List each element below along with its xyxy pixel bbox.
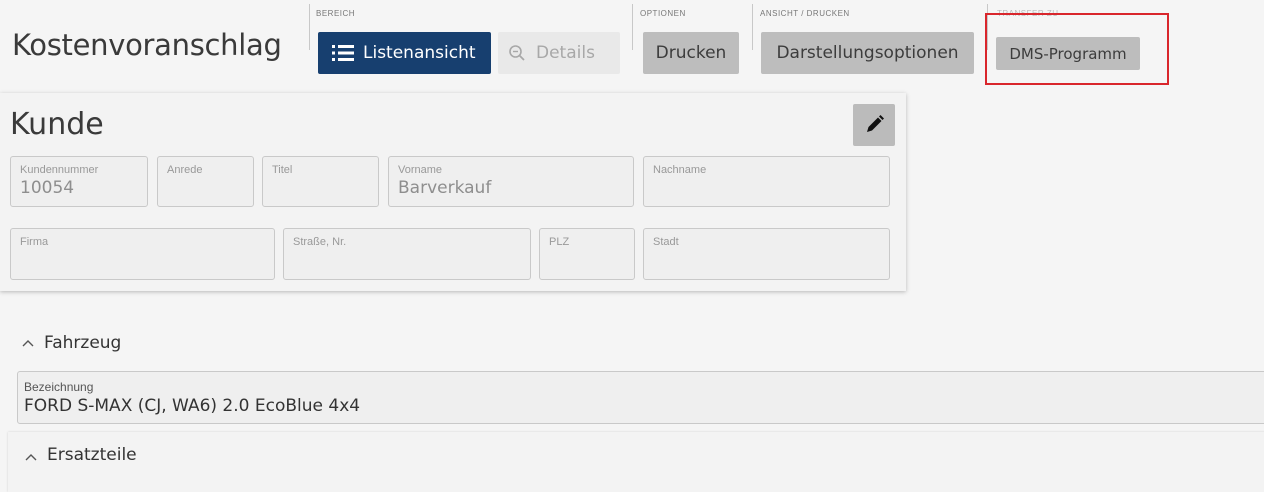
first-name-field[interactable]: Vorname Barverkauf xyxy=(388,156,634,207)
parts-section: Ersatzteile xyxy=(8,432,1264,492)
parts-section-title: Ersatzteile xyxy=(47,445,137,465)
street-field[interactable]: Straße, Nr. xyxy=(283,228,531,280)
zoom-icon xyxy=(509,45,525,61)
customer-title: Kunde xyxy=(10,107,104,142)
display-options-button[interactable]: Darstellungsoptionen xyxy=(761,32,974,74)
zip-field[interactable]: PLZ xyxy=(539,228,635,280)
field-label: PLZ xyxy=(549,236,570,248)
customer-card: Kunde Kundennummer 10054 Anrede Titel Vo… xyxy=(0,93,906,291)
details-button[interactable]: Details xyxy=(498,32,620,74)
chevron-up-icon xyxy=(22,335,34,350)
vehicle-designation-field[interactable]: Bezeichnung FORD S-MAX (CJ, WA6) 2.0 Eco… xyxy=(17,371,1264,424)
page-title: Kostenvoranschlag xyxy=(12,28,282,62)
toolbar-divider xyxy=(752,4,753,50)
toolbar-divider xyxy=(309,4,310,50)
field-label: Vorname xyxy=(398,164,443,176)
group-label-ansicht: ANSICHT / DRUCKEN xyxy=(760,9,850,18)
toolbar-divider xyxy=(632,4,633,50)
field-label: Nachname xyxy=(653,164,707,176)
field-value: FORD S-MAX (CJ, WA6) 2.0 EcoBlue 4x4 xyxy=(24,396,361,416)
city-field[interactable]: Stadt xyxy=(643,228,890,280)
pencil-icon xyxy=(867,115,884,132)
field-label: Straße, Nr. xyxy=(293,236,347,248)
group-label-bereich: BEREICH xyxy=(316,9,356,18)
last-name-field[interactable]: Nachname xyxy=(643,156,890,207)
vehicle-section-header[interactable]: Fahrzeug xyxy=(0,320,1264,366)
field-value: Barverkauf xyxy=(398,178,492,198)
company-field[interactable]: Firma xyxy=(10,228,275,280)
field-label: Firma xyxy=(20,236,49,248)
list-view-button[interactable]: Listenansicht xyxy=(318,32,491,74)
field-value: 10054 xyxy=(20,178,75,198)
field-label: Bezeichnung xyxy=(24,380,94,394)
edit-button[interactable] xyxy=(853,104,895,146)
field-label: Titel xyxy=(272,164,293,176)
list-view-label: Listenansicht xyxy=(363,43,476,63)
salutation-field[interactable]: Anrede xyxy=(157,156,254,207)
customer-number-field[interactable]: Kundennummer 10054 xyxy=(10,156,148,207)
highlight-box xyxy=(985,13,1169,85)
print-button[interactable]: Drucken xyxy=(643,32,739,74)
group-label-optionen: OPTIONEN xyxy=(640,9,686,18)
vehicle-section-title: Fahrzeug xyxy=(44,333,122,353)
field-label: Anrede xyxy=(167,164,203,176)
chevron-up-icon xyxy=(25,448,37,466)
parts-section-header[interactable]: Ersatzteile xyxy=(8,432,1264,478)
field-label: Stadt xyxy=(653,236,679,248)
details-label: Details xyxy=(536,43,595,63)
toolbar: Kostenvoranschlag BEREICH Listenansicht … xyxy=(0,0,1264,92)
field-label: Kundennummer xyxy=(20,164,99,176)
title-field[interactable]: Titel xyxy=(262,156,379,207)
list-icon xyxy=(332,45,354,61)
